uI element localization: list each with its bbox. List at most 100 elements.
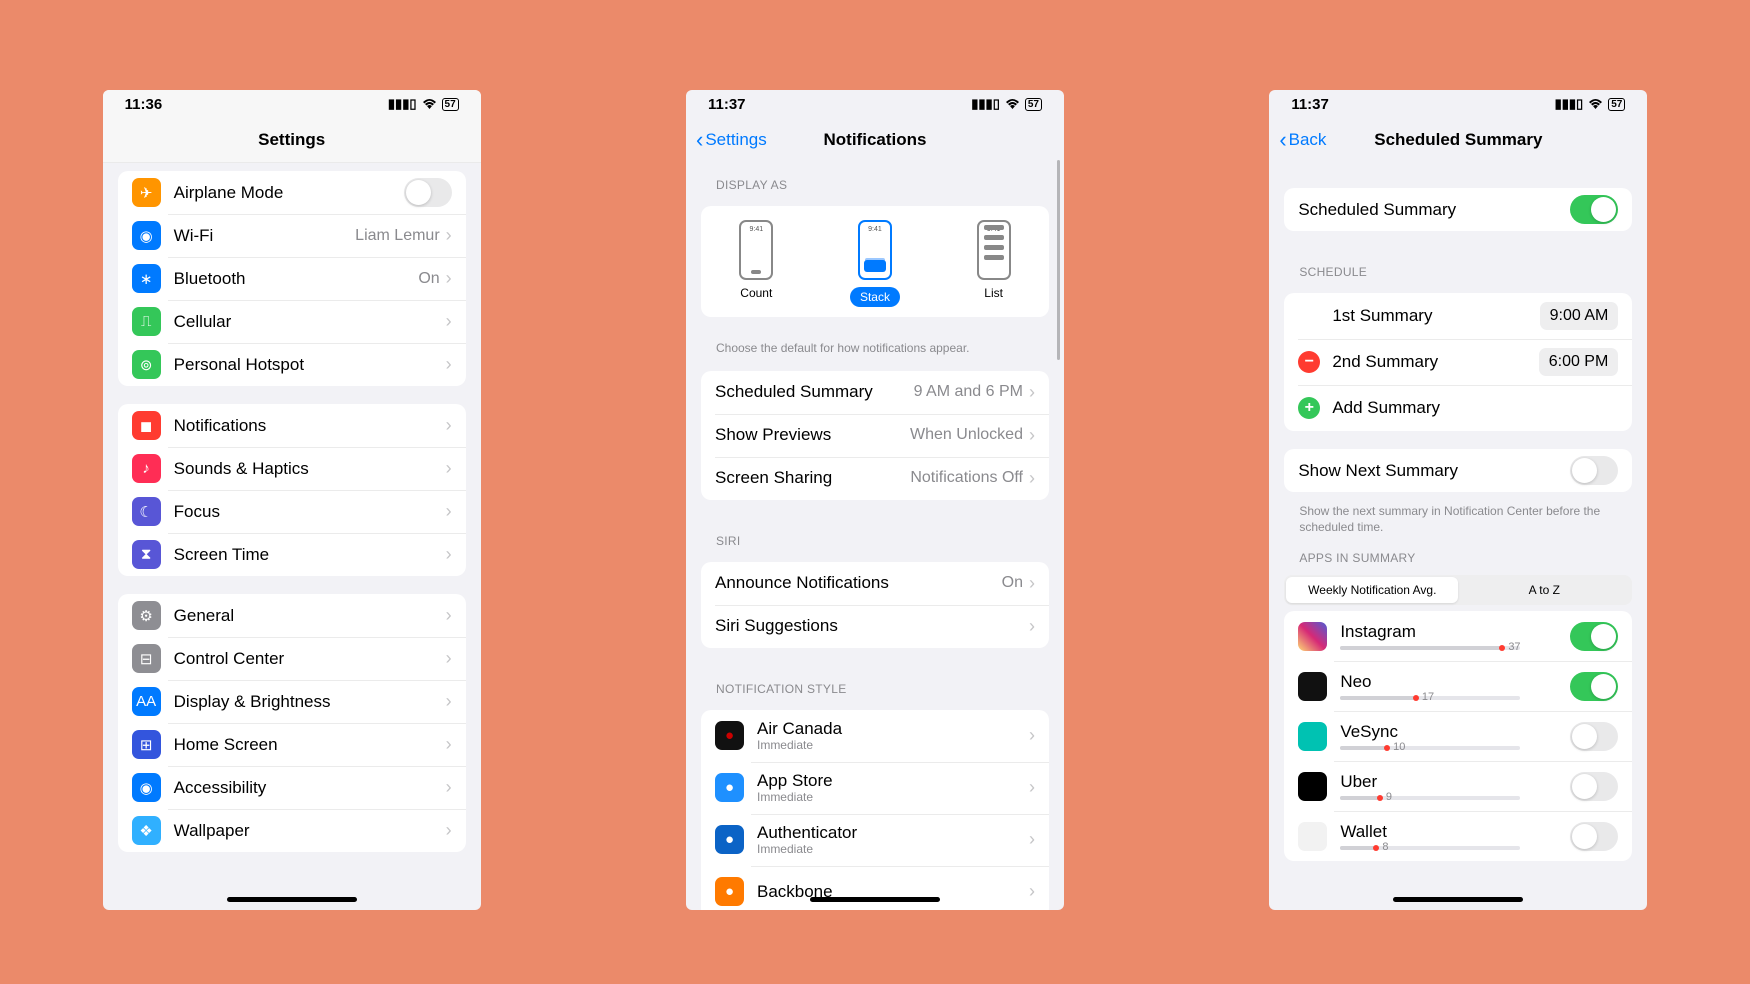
home-indicator[interactable] (1393, 897, 1523, 902)
settings-row-cellular[interactable]: ⎍Cellular› (118, 300, 466, 343)
app-row-air-canada[interactable]: ●Air CanadaImmediate› (701, 710, 1049, 762)
chevron-right-icon: › (446, 605, 452, 626)
row-label: Airplane Mode (174, 183, 404, 203)
row-label: Wallpaper (174, 821, 446, 841)
home-indicator[interactable] (810, 897, 940, 902)
row-label: Focus (174, 502, 446, 522)
settings-row-airplane-mode[interactable]: ✈Airplane Mode (118, 171, 466, 214)
display-as-count[interactable]: 9:41Count (739, 220, 773, 307)
settings-row-screen-time[interactable]: ⧗Screen Time› (118, 533, 466, 576)
display-as-list[interactable]: 9:41List (977, 220, 1011, 307)
app-label: Wallet (1340, 822, 1570, 842)
row-label: Accessibility (174, 778, 446, 798)
segment-a-to-z[interactable]: A to Z (1458, 577, 1630, 603)
app-icon: ● (715, 721, 744, 750)
back-label: Back (1289, 130, 1327, 150)
settings-row-siri-suggestions[interactable]: Siri Suggestions› (701, 605, 1049, 648)
status-time: 11:36 (125, 96, 163, 113)
settings-row-control-center[interactable]: ⊟Control Center› (118, 637, 466, 680)
settings-row-accessibility[interactable]: ◉Accessibility› (118, 766, 466, 809)
cellular-icon: ▮▮▮▯ (1555, 96, 1584, 112)
settings-row-show-previews[interactable]: Show PreviewsWhen Unlocked› (701, 414, 1049, 457)
time-picker[interactable]: 9:00 AM (1540, 302, 1619, 330)
back-button[interactable]: ‹ Back (1279, 129, 1326, 151)
sort-segmented-control[interactable]: Weekly Notification Avg.A to Z (1284, 575, 1632, 605)
summary-app-uber[interactable]: Uber9 (1284, 761, 1632, 811)
app-icon (1298, 672, 1327, 701)
home-indicator[interactable] (227, 897, 357, 902)
schedule-row-2nd-summary[interactable]: −2nd Summary6:00 PM (1284, 339, 1632, 385)
app-row-app-store[interactable]: ●App StoreImmediate› (701, 762, 1049, 814)
chevron-right-icon: › (1029, 468, 1035, 489)
notification-avg-bar: 10 (1340, 746, 1520, 750)
battery-icon: 57 (1608, 98, 1625, 111)
chevron-right-icon: › (1029, 382, 1035, 403)
app-toggle[interactable] (1570, 722, 1618, 751)
settings-row-announce-notifications[interactable]: Announce NotificationsOn› (701, 562, 1049, 605)
settings-row-general[interactable]: ⚙General› (118, 594, 466, 637)
app-toggle[interactable] (1570, 822, 1618, 851)
summary-app-vesync[interactable]: VeSync10 (1284, 711, 1632, 761)
chevron-right-icon: › (1029, 425, 1035, 446)
app-subtitle: Immediate (757, 790, 1029, 804)
settings-row-focus[interactable]: ☾Focus› (118, 490, 466, 533)
show-next-summary-row[interactable]: Show Next Summary (1284, 449, 1632, 492)
chevron-right-icon: › (1029, 573, 1035, 594)
schedule-row-add-summary[interactable]: +Add Summary (1284, 385, 1632, 431)
settings-row-notifications[interactable]: ◼Notifications› (118, 404, 466, 447)
app-row-authenticator[interactable]: ●AuthenticatorImmediate› (701, 814, 1049, 866)
battery-icon: 57 (1025, 98, 1042, 111)
phone-preview-icon: 9:41 (739, 220, 773, 280)
settings-row-personal-hotspot[interactable]: ⊚Personal Hotspot› (118, 343, 466, 386)
settings-row-wallpaper[interactable]: ❖Wallpaper› (118, 809, 466, 852)
settings-row-sounds-haptics[interactable]: ♪Sounds & Haptics› (118, 447, 466, 490)
show-next-toggle[interactable] (1570, 456, 1618, 485)
settings-row-display-brightness[interactable]: AADisplay & Brightness› (118, 680, 466, 723)
chevron-right-icon: › (1029, 725, 1035, 746)
scheduled-summary-row[interactable]: Scheduled Summary (1284, 188, 1632, 231)
chevron-right-icon: › (446, 734, 452, 755)
chevron-right-icon: › (446, 777, 452, 798)
summary-app-wallet[interactable]: Wallet8 (1284, 811, 1632, 861)
cellular-icon: ▮▮▮▯ (388, 96, 417, 112)
status-indicators: ▮▮▮▯ 57 (388, 96, 459, 112)
back-button[interactable]: ‹ Settings (696, 129, 767, 151)
settings-row-scheduled-summary[interactable]: Scheduled Summary9 AM and 6 PM› (701, 371, 1049, 414)
wifi-icon (1005, 97, 1020, 112)
row-label: General (174, 606, 446, 626)
page-title: Notifications (824, 130, 927, 150)
scrollbar[interactable] (1057, 160, 1060, 360)
cellular-icon: ⎍ (132, 307, 161, 336)
summary-app-instagram[interactable]: Instagram37 (1284, 611, 1632, 661)
display-as-picker: 9:41Count 9:41Stack 9:41List (701, 206, 1049, 317)
settings-row-screen-sharing[interactable]: Screen SharingNotifications Off› (701, 457, 1049, 500)
notification-count: 37 (1508, 641, 1520, 653)
phone-settings: 11:36 ▮▮▮▯ 57 Settings ✈Airplane Mode◉Wi… (103, 90, 481, 910)
home-icon: ⊞ (132, 730, 161, 759)
app-row-backbone[interactable]: ●Backbone› (701, 866, 1049, 910)
summary-app-neo[interactable]: Neo17 (1284, 661, 1632, 711)
chevron-right-icon: › (446, 501, 452, 522)
app-toggle[interactable] (1570, 672, 1618, 701)
add-icon[interactable]: + (1298, 397, 1320, 419)
segment-weekly-notification-avg-[interactable]: Weekly Notification Avg. (1286, 577, 1458, 603)
app-toggle[interactable] (1570, 772, 1618, 801)
settings-row-wi-fi[interactable]: ◉Wi-FiLiam Lemur› (118, 214, 466, 257)
scheduled-summary-enable-group: Scheduled Summary (1284, 188, 1632, 231)
chevron-left-icon: ‹ (696, 129, 703, 151)
toggle[interactable] (404, 178, 452, 207)
app-icon (1298, 622, 1327, 651)
scheduled-summary-toggle[interactable] (1570, 195, 1618, 224)
delete-icon[interactable]: − (1298, 351, 1320, 373)
control-icon: ⊟ (132, 644, 161, 673)
app-toggle[interactable] (1570, 622, 1618, 651)
display-as-stack[interactable]: 9:41Stack (850, 220, 900, 307)
time-picker[interactable]: 6:00 PM (1539, 348, 1619, 376)
settings-row-home-screen[interactable]: ⊞Home Screen› (118, 723, 466, 766)
settings-row-bluetooth[interactable]: ∗BluetoothOn› (118, 257, 466, 300)
schedule-row-1st-summary[interactable]: 1st Summary9:00 AM (1284, 293, 1632, 339)
row-label: Control Center (174, 649, 446, 669)
app-label: App Store (757, 771, 1029, 791)
nav-bar: Settings (103, 118, 481, 162)
phone-preview-icon: 9:41 (858, 220, 892, 280)
